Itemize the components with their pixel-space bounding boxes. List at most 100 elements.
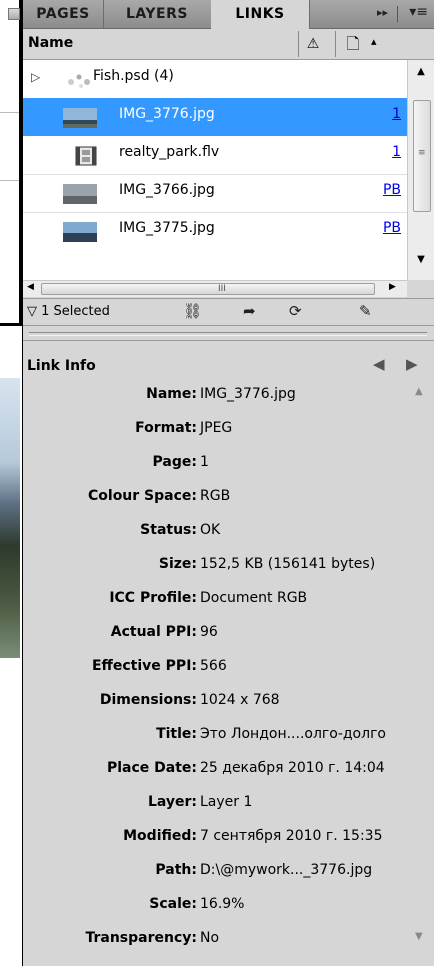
tab-pages[interactable]: PAGES	[23, 0, 104, 28]
page-column-icon[interactable]: 🗋	[335, 31, 370, 57]
info-row: ICC Profile: Document RGB	[23, 584, 409, 614]
info-row: Size: 152,5 KB (156141 bytes)	[23, 550, 409, 580]
info-key: Actual PPI:	[110, 624, 197, 640]
panel-menu-icon[interactable]: ▾≡	[409, 4, 428, 20]
links-list: ▷ Fish.psd (4) IMG_3776.jpg 1 realty_par…	[23, 60, 407, 280]
list-vertical-scrollbar[interactable]: ▲ ≡ ▼	[407, 60, 434, 280]
list-item[interactable]: IMG_3775.jpg PB	[23, 212, 407, 250]
info-value: 16.9%	[200, 896, 245, 912]
update-link-icon[interactable]: ⟳	[289, 302, 302, 320]
link-name: Fish.psd (4)	[93, 68, 174, 84]
info-value: 1024 x 768	[200, 692, 280, 708]
scroll-right-icon[interactable]: ▶	[389, 282, 396, 292]
panel-tabbar: PAGES LAYERS LINKS ▸▸ ▾≡	[23, 0, 434, 29]
group-thumbnail-icon	[68, 74, 90, 88]
info-key: Scale:	[149, 896, 197, 912]
info-key: Page:	[152, 454, 197, 470]
info-key: Effective PPI:	[91, 658, 197, 674]
info-row: Transparency: No	[23, 924, 409, 954]
info-value: Это Лондон....олго-долго	[200, 726, 386, 742]
divider	[0, 180, 19, 181]
page-link[interactable]: 1	[367, 144, 401, 160]
sort-arrow-icon[interactable]: ▴	[371, 35, 377, 48]
panel-splitter[interactable]	[23, 325, 434, 341]
info-row: Effective PPI: 566	[23, 652, 409, 682]
links-panel: PAGES LAYERS LINKS ▸▸ ▾≡ Name ⚠ 🗋 ▴ ▷ Fi…	[22, 0, 434, 966]
scroll-up-icon[interactable]: ▲	[408, 66, 434, 77]
info-row: Modified: 7 сентября 2010 г. 15:35	[23, 822, 409, 852]
link-name: IMG_3775.jpg	[119, 220, 215, 236]
scroll-thumb[interactable]: ≡	[413, 100, 431, 212]
splitter-bar	[29, 332, 427, 336]
info-row: Layer: Layer 1	[23, 788, 409, 818]
page-link[interactable]: 1	[367, 106, 401, 122]
disclosure-triangle-icon[interactable]: ▷	[31, 70, 40, 84]
link-name: realty_park.flv	[119, 144, 220, 160]
info-key: ICC Profile:	[109, 590, 197, 606]
info-row: Actual PPI: 96	[23, 618, 409, 648]
edit-original-icon[interactable]: ✎	[359, 302, 372, 320]
scroll-up-icon[interactable]: ▲	[415, 386, 423, 397]
relink-icon[interactable]: ⛓	[183, 302, 202, 320]
info-row: Format: JPEG	[23, 414, 409, 444]
link-info-header: Link Info ◀ ▶	[23, 355, 434, 379]
tab-layers[interactable]: LAYERS	[103, 0, 212, 28]
selection-count[interactable]: ▽ 1 Selected	[27, 304, 110, 319]
info-row: Dimensions: 1024 x 768	[23, 686, 409, 716]
link-name: IMG_3766.jpg	[119, 182, 215, 198]
next-link-icon[interactable]: ▶	[406, 355, 418, 373]
photo-thumbnail-icon	[63, 222, 97, 242]
expand-panel-icon[interactable]: ▸▸	[377, 6, 388, 19]
photo-thumbnail-icon	[63, 108, 97, 128]
status-column-icon[interactable]: ⚠	[298, 31, 327, 57]
list-horizontal-scrollbar[interactable]: ◀ III ▶	[23, 280, 407, 297]
link-info-list: Name: IMG_3776.jpg Format: JPEG Page: 1 Col…	[23, 380, 409, 966]
document-photo-fragment	[0, 378, 20, 658]
scroll-thumb[interactable]: III	[41, 283, 375, 295]
list-item[interactable]: ▷ Fish.psd (4)	[23, 60, 407, 99]
info-key: Size:	[158, 556, 197, 572]
scroll-grip-icon: ≡	[418, 148, 426, 158]
info-value: Document RGB	[200, 590, 308, 606]
page-link[interactable]: PB	[367, 182, 401, 198]
info-key: Place Date:	[106, 760, 197, 776]
info-key: Title:	[156, 726, 197, 742]
photo-thumbnail-icon	[63, 184, 97, 204]
film-icon	[75, 146, 97, 166]
list-item[interactable]: IMG_3776.jpg 1	[23, 98, 407, 136]
info-row: Path: D:\@mywork..._3776.jpg	[23, 856, 409, 886]
info-value: 1	[200, 454, 209, 470]
info-row: Place Date: 25 декабря 2010 г. 14:04	[23, 754, 409, 784]
go-to-link-icon[interactable]: ➦	[243, 302, 256, 320]
link-name: IMG_3776.jpg	[119, 106, 215, 122]
column-header: Name ⚠ 🗋 ▴	[23, 29, 434, 60]
info-key: Format:	[135, 420, 197, 436]
scroll-down-icon[interactable]: ▼	[415, 931, 423, 942]
divider	[397, 6, 398, 22]
info-value: 25 декабря 2010 г. 14:04	[200, 760, 385, 776]
info-value: IMG_3776.jpg	[200, 386, 296, 402]
scroll-down-icon[interactable]: ▼	[408, 254, 434, 265]
info-value: No	[200, 930, 220, 946]
name-column-header[interactable]: Name	[28, 35, 73, 51]
info-value: RGB	[200, 488, 231, 504]
info-value: Layer 1	[200, 794, 253, 810]
list-item[interactable]: IMG_3766.jpg PB	[23, 174, 407, 213]
info-row: Colour Space: RGB	[23, 482, 409, 512]
info-value: 152,5 KB (156141 bytes)	[200, 556, 376, 572]
scroll-left-icon[interactable]: ◀	[27, 282, 34, 292]
page-link[interactable]: PB	[367, 220, 401, 236]
scroll-grip-icon: III	[218, 284, 226, 294]
info-row: Scale: 16.9%	[23, 890, 409, 920]
previous-link-icon[interactable]: ◀	[373, 355, 385, 373]
info-scrollbar[interactable]: ▲ ▼	[409, 380, 434, 966]
info-value: D:\@mywork..._3776.jpg	[200, 862, 373, 878]
info-key: Transparency:	[85, 930, 197, 946]
info-key: Layer:	[147, 794, 197, 810]
divider	[0, 112, 19, 113]
list-item[interactable]: realty_park.flv 1	[23, 136, 407, 175]
info-key: Colour Space:	[88, 488, 197, 504]
info-row: Status: OK	[23, 516, 409, 546]
links-statusbar: ▽ 1 Selected ⛓ ➦ ⟳ ✎	[23, 298, 434, 325]
tab-links[interactable]: LINKS	[211, 0, 310, 29]
